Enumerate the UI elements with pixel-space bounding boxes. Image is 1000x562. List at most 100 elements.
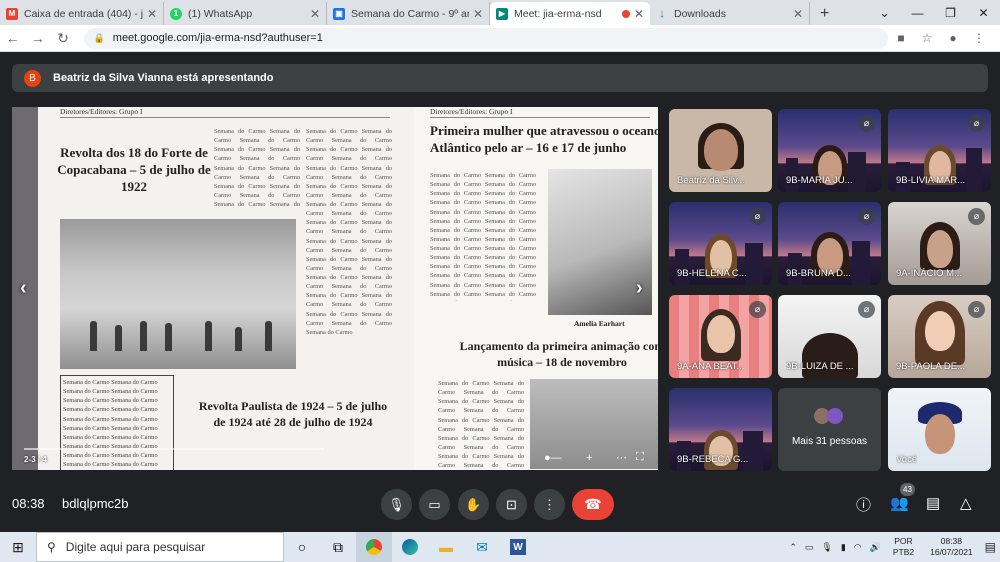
tab-downloads[interactable]: ↓ Downloads ✕	[650, 2, 810, 25]
filler-text-col2: Semana do Carmo Semana do Carmo Semana d…	[306, 128, 392, 336]
profile-avatar-icon[interactable]: ●	[940, 31, 966, 45]
battery-icon[interactable]: ▮	[841, 542, 846, 553]
tab-classroom[interactable]: ▣ Semana do Carmo - 9º ano E ✕	[327, 2, 490, 25]
tab-gmail[interactable]: M Caixa de entrada (404) - joao ✕	[0, 2, 164, 25]
zoom-in-icon[interactable]: +	[586, 452, 592, 464]
mail-icon[interactable]: ✉	[464, 532, 500, 562]
participant-tile[interactable]: 9B-REBECA G...	[669, 388, 772, 471]
close-icon[interactable]: ✕	[473, 7, 483, 21]
caption-amelia-earhart: Amelia Earhart	[574, 319, 625, 328]
more-participants-label: Mais 31 pessoas	[791, 436, 868, 447]
headline-revolta-paulista: Revolta Paulista de 1924 – 5 de julho de…	[198, 399, 388, 429]
file-explorer-icon[interactable]: ▬	[428, 532, 464, 562]
participant-tile[interactable]: ⌀ 9B-LIVIA MAR...	[888, 109, 991, 192]
page-progress-bar[interactable]	[24, 448, 324, 450]
cortana-icon[interactable]: ○	[284, 532, 320, 562]
boxed-filler-text: Semana do Carmo Semana do Carmo Semana d…	[60, 375, 174, 470]
present-screen-icon: ⊡	[506, 496, 517, 512]
wifi-icon[interactable]: ◠	[854, 542, 862, 553]
reload-icon[interactable]: ↻	[50, 30, 75, 47]
lock-icon[interactable]: 🔒	[94, 33, 105, 44]
tab-whatsapp[interactable]: 1 (1) WhatsApp ✕	[164, 2, 327, 25]
previous-page-icon[interactable]: ‹	[20, 277, 27, 300]
close-icon[interactable]: ✕	[310, 7, 320, 21]
edge-icon[interactable]	[392, 532, 428, 562]
presentation-stage: Diretores/Editores: Grupo I Revolta dos …	[12, 107, 658, 470]
tab-label: Caixa de entrada (404) - joao	[24, 7, 143, 20]
more-vert-icon: ⋮	[543, 496, 556, 512]
chrome-menu-icon[interactable]: ⋮	[966, 31, 992, 45]
taskbar-search-box[interactable]: ⚲ Digite aqui para pesquisar	[36, 532, 284, 562]
notifications-icon[interactable]: ▤	[985, 540, 996, 554]
recording-icon	[621, 9, 630, 18]
newspaper-right-page: Diretores/Editores: Grupo I Primeira mul…	[414, 107, 658, 470]
participant-avatars-icon	[814, 408, 843, 424]
next-page-icon[interactable]: ›	[636, 277, 643, 300]
close-icon[interactable]: ✕	[634, 7, 644, 21]
chrome-icon[interactable]	[356, 532, 392, 562]
participant-tile[interactable]: ⌀ 9A-INÁCIO M...	[888, 202, 991, 285]
filler-text-col3: Semana do Carmo Semana do Carmo Semana d…	[430, 172, 536, 301]
participant-name: 9B-PAOLA DE...	[896, 361, 965, 372]
participant-tile[interactable]: ⌀ 9B-LUIZA DE ...	[778, 295, 881, 378]
filler-text-col1: Semana do Carmo Semana do Carmo Semana d…	[214, 128, 300, 207]
more-participants-tile[interactable]: Mais 31 pessoas	[778, 388, 881, 471]
mic-muted-icon: ⌀	[858, 301, 875, 318]
tab-search-icon[interactable]: ⌄	[868, 6, 901, 20]
self-view-tile[interactable]: Você	[888, 388, 991, 471]
mic-muted-icon: ⌀	[858, 115, 875, 132]
camera-permission-icon[interactable]: ■	[888, 31, 914, 45]
participant-tile[interactable]: ⌀ 9B-MARIA JU...	[778, 109, 881, 192]
leave-call-button[interactable]: ☎	[572, 489, 614, 520]
close-icon[interactable]: ✕	[147, 7, 157, 21]
clock-time: 08:38	[940, 536, 963, 547]
tab-label: (1) WhatsApp	[188, 7, 253, 20]
taskbar-clock[interactable]: 08:38 16/07/2021	[930, 536, 973, 557]
fullscreen-icon[interactable]: ⛶	[636, 451, 644, 464]
meet-icon: ▶	[496, 7, 508, 20]
zoom-out-icon[interactable]: ●—	[544, 452, 562, 464]
mic-tray-icon[interactable]: 🎙	[821, 542, 832, 553]
url-text: meet.google.com/jia-erma-nsd?authuser=1	[112, 32, 323, 44]
chat-icon[interactable]: ▤	[926, 494, 940, 512]
present-button[interactable]: ⊡	[496, 489, 527, 520]
maximize-icon[interactable]: ❐	[934, 6, 967, 20]
window-controls: ⌄ — ❐ ✕	[868, 0, 1000, 25]
participant-name: 9A-ANA BEAT...	[677, 361, 745, 372]
participant-tile[interactable]: Beatriz da Silv...	[669, 109, 772, 192]
meet-control-bar: 08:38 bdlqlpmc2b 🎙 ▭ ✋ ⊡ ⋮ ☎ ⓘ 👥 43 ▤ △	[0, 482, 1000, 530]
address-bar: ← → ↻ 🔒 meet.google.com/jia-erma-nsd?aut…	[0, 25, 1000, 52]
word-icon[interactable]: W	[500, 532, 536, 562]
tray-expand-icon[interactable]: ⌃	[789, 542, 797, 553]
network-icon[interactable]: ▭	[805, 542, 814, 553]
bookmark-star-icon[interactable]: ☆	[914, 31, 940, 45]
close-window-icon[interactable]: ✕	[967, 6, 1000, 20]
back-icon[interactable]: ←	[0, 30, 25, 46]
people-icon[interactable]: 👥	[890, 494, 909, 512]
camera-button[interactable]: ▭	[419, 489, 450, 520]
url-field[interactable]: 🔒 meet.google.com/jia-erma-nsd?authuser=…	[83, 27, 889, 49]
tab-meet[interactable]: ▶ Meet: jia-erma-nsd ✕	[490, 2, 650, 25]
microphone-button[interactable]: 🎙	[381, 489, 412, 520]
participant-name: 9B-LUIZA DE ...	[786, 361, 854, 372]
more-options-button[interactable]: ⋮	[534, 489, 565, 520]
close-icon[interactable]: ✕	[793, 7, 803, 21]
new-tab-button[interactable]: +	[810, 2, 839, 25]
whatsapp-icon: 1	[170, 7, 182, 20]
forward-icon[interactable]: →	[25, 30, 50, 46]
participant-tile[interactable]: ⌀ 9B-PAOLA DE...	[888, 295, 991, 378]
participant-tile[interactable]: ⌀ 9B-BRUNA D...	[778, 202, 881, 285]
share-icon[interactable]: ⋯	[616, 451, 627, 464]
activities-icon[interactable]: △	[960, 494, 972, 512]
windows-start-icon[interactable]: ⊞	[0, 539, 36, 556]
tab-label: Meet: jia-erma-nsd	[514, 7, 602, 20]
participant-tile[interactable]: ⌀ 9A-ANA BEAT...	[669, 295, 772, 378]
participant-tile[interactable]: ⌀ 9B-HELENA C...	[669, 202, 772, 285]
participant-name: 9B-MARIA JU...	[786, 175, 853, 186]
volume-icon[interactable]: 🔊	[870, 542, 881, 553]
raise-hand-button[interactable]: ✋	[458, 489, 489, 520]
minimize-icon[interactable]: —	[901, 6, 934, 20]
meeting-details-icon[interactable]: ⓘ	[856, 494, 871, 515]
input-language[interactable]: POR PTB2	[893, 536, 914, 557]
task-view-icon[interactable]: ⧉	[320, 532, 356, 562]
